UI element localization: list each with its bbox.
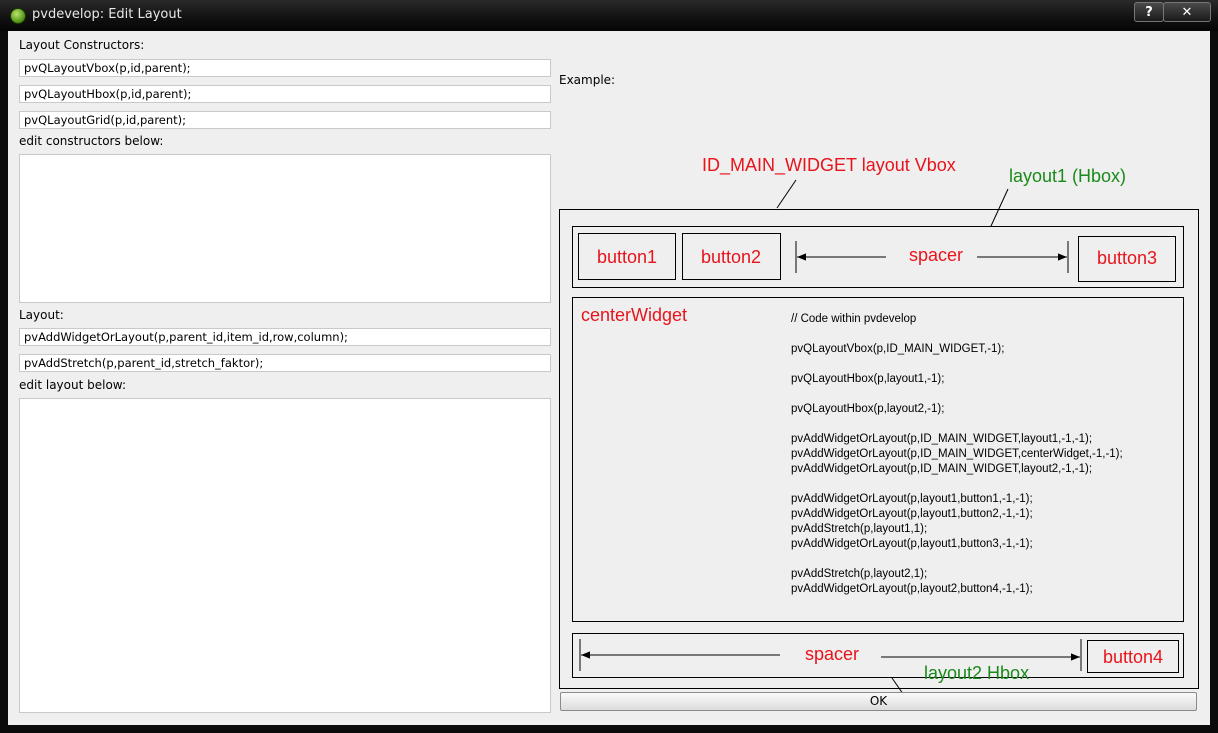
code-line: pvAddWidgetOrLayout(p,layout1,button3,-1… [791,538,1033,550]
code-line: pvQLayoutHbox(p,layout2,-1); [791,403,944,415]
window-title: pvdevelop: Edit Layout [32,7,182,22]
center-widget-label: centerWidget [581,305,687,325]
add-stretch-function-field[interactable]: pvAddStretch(p,parent_id,stretch_faktor)… [19,354,551,372]
code-line: pvAddStretch(p,layout2,1); [791,568,927,580]
constructor-vbox-field[interactable]: pvQLayoutVbox(p,id,parent); [19,59,551,77]
layout2-annotation: layout2 Hbox [924,663,1029,683]
layout-label: Layout: [19,308,64,322]
code-line: pvAddWidgetOrLayout(p,layout1,button1,-1… [791,493,1033,505]
constructor-hbox-field[interactable]: pvQLayoutHbox(p,id,parent); [19,85,551,103]
code-line: pvQLayoutVbox(p,ID_MAIN_WIDGET,-1); [791,343,1004,355]
layout2-annotation-holder: layout2 Hbox [924,663,1029,683]
example-label: Example: [559,73,616,87]
ok-button[interactable]: OK [560,692,1197,711]
spacer1-label: spacer [909,245,963,265]
layout-constructors-label: Layout Constructors: [19,38,145,52]
help-icon: ? [1145,4,1153,20]
window-bottom-border [0,725,1218,733]
button3-label: button3 [1097,248,1157,268]
main-pointer-line [776,179,797,209]
title-bar[interactable]: pvdevelop: Edit Layout ? ✕ [0,0,1218,31]
layout1-annotation: layout1 (Hbox) [1009,166,1126,186]
button4-label: button4 [1103,647,1163,667]
constructors-editor[interactable] [19,154,551,303]
code-line: pvAddWidgetOrLayout(p,layout1,button2,-1… [791,508,1033,520]
button2-label: button2 [701,247,761,267]
spacer2-label: spacer [805,644,859,664]
close-icon: ✕ [1181,4,1193,20]
layout-editor[interactable] [19,398,551,713]
main-widget-annotation: ID_MAIN_WIDGET layout Vbox [702,155,956,176]
example-diagram: ID_MAIN_WIDGET layout Vbox layout1 (Hbox… [559,155,1199,698]
help-button[interactable]: ? [1134,2,1164,22]
code-line: pvAddWidgetOrLayout(p,ID_MAIN_WIDGET,lay… [791,433,1092,445]
code-line: pvAddWidgetOrLayout(p,ID_MAIN_WIDGET,lay… [791,463,1092,475]
edit-constructors-label: edit constructors below: [19,134,164,148]
code-line: pvQLayoutHbox(p,layout1,-1); [791,373,944,385]
add-widget-function-field[interactable]: pvAddWidgetOrLayout(p,parent_id,item_id,… [19,328,551,346]
code-line: pvAddWidgetOrLayout(p,ID_MAIN_WIDGET,cen… [791,448,1123,460]
app-icon [10,8,26,24]
button1-label: button1 [597,247,657,267]
dialog-client-area: Layout Constructors: pvQLayoutVbox(p,id,… [8,31,1210,725]
close-button[interactable]: ✕ [1163,2,1211,22]
code-line: pvAddStretch(p,layout1,1); [791,523,927,535]
edit-layout-label: edit layout below: [19,378,126,392]
code-line: // Code within pvdevelop [791,313,916,325]
dialog-window: pvdevelop: Edit Layout ? ✕ Layout Constr… [0,0,1218,733]
code-line: pvAddWidgetOrLayout(p,layout2,button4,-1… [791,583,1033,595]
layout1-pointer-line [990,188,1009,227]
constructor-grid-field[interactable]: pvQLayoutGrid(p,id,parent); [19,111,551,129]
